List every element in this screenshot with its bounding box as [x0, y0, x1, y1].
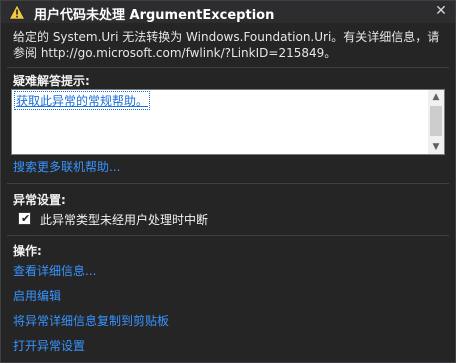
- troubleshooting-heading: 疑难解答提示:: [13, 74, 90, 88]
- troubleshooting-tips-box: 获取此异常的常规帮助。 ▲ ▼: [11, 89, 445, 155]
- dialog-title: 用户代码未处理 ArgumentException: [34, 8, 275, 23]
- general-help-link[interactable]: 获取此异常的常规帮助。: [13, 91, 151, 110]
- copy-details-link[interactable]: 将异常详细信息复制到剪贴板: [13, 312, 169, 329]
- divider: [7, 183, 449, 184]
- search-online-help-link[interactable]: 搜索更多联机帮助...: [13, 158, 120, 175]
- exception-settings-heading: 异常设置:: [13, 193, 66, 207]
- open-exception-settings-link[interactable]: 打开异常设置: [13, 337, 85, 354]
- divider: [7, 235, 449, 236]
- exception-message: 给定的 System.Uri 无法转换为 Windows.Foundation.…: [13, 29, 445, 61]
- actions-heading: 操作:: [13, 244, 42, 258]
- enable-editing-link[interactable]: 启用编辑: [13, 287, 61, 304]
- view-detail-link[interactable]: 查看详细信息...: [13, 262, 96, 279]
- message-line-2: 参阅 http://go.microsoft.com/fwlink/?LinkI…: [13, 46, 337, 60]
- checkmark-icon: ✔: [21, 212, 31, 225]
- scroll-down-arrow-icon[interactable]: ▼: [428, 140, 444, 154]
- scroll-thumb[interactable]: [430, 106, 442, 136]
- exception-helper-dialog: 用户代码未处理 ArgumentException ✕ 给定的 System.U…: [0, 0, 456, 363]
- break-when-unhandled-label[interactable]: 此异常类型未经用户处理时中断: [40, 211, 208, 228]
- break-when-unhandled-checkbox[interactable]: ✔: [18, 212, 31, 225]
- tips-scrollbar[interactable]: ▲ ▼: [428, 90, 444, 154]
- warning-icon: [9, 4, 25, 20]
- title-bar: 用户代码未处理 ArgumentException ✕: [1, 1, 455, 23]
- message-line-1: 给定的 System.Uri 无法转换为 Windows.Foundation.…: [13, 30, 440, 44]
- scroll-up-arrow-icon[interactable]: ▲: [428, 90, 444, 104]
- close-button[interactable]: ✕: [433, 3, 449, 19]
- divider: [7, 67, 449, 68]
